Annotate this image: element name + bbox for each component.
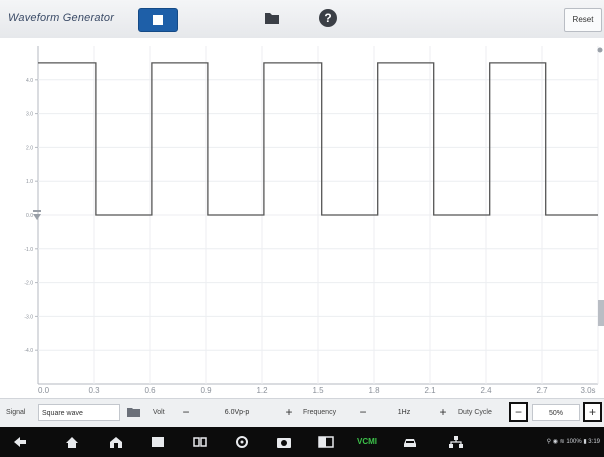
y-tick-label: -1.0 [24, 247, 33, 253]
camera-icon[interactable] [276, 435, 292, 449]
svg-text:?: ? [324, 11, 331, 25]
signal-label: Signal [6, 409, 26, 416]
right-scroll-handle[interactable] [598, 300, 604, 326]
corner-marker-icon [597, 47, 603, 53]
x-tick-label: 0.3 [88, 386, 100, 395]
top-toolbar: Waveform Generator ? Reset [0, 0, 604, 39]
back-icon[interactable] [12, 435, 28, 449]
y-tick-label: 1.0 [26, 179, 33, 185]
volt-value: 6.0Vp-p [224, 409, 250, 416]
duty-cycle-value: 50% [532, 404, 580, 421]
house-icon[interactable] [108, 435, 124, 449]
reset-button[interactable]: Reset [564, 8, 602, 32]
signal-select[interactable]: Square wave [38, 404, 120, 421]
x-tick-label: 1.5 [312, 386, 324, 395]
duty-cycle-label: Duty Cycle [458, 409, 492, 416]
x-tick-label: 0.0 [38, 386, 50, 395]
home-icon[interactable] [64, 435, 80, 449]
frequency-value: 1Hz [397, 409, 411, 416]
x-tick-label: 1.2 [256, 386, 268, 395]
x-tick-label: 0.6 [144, 386, 156, 395]
x-axis-ticks: 0.0 0.3 0.6 0.9 1.2 1.5 1.8 2.1 2.4 2.7 3.0s [38, 386, 596, 395]
duty-cycle-decrease-button[interactable]: − [509, 402, 528, 422]
frequency-label: Frequency [303, 409, 337, 416]
x-tick-label: 2.1 [424, 386, 436, 395]
stop-button[interactable] [138, 8, 178, 32]
help-icon[interactable]: ? [318, 8, 338, 28]
x-tick-label: 3.0s [580, 386, 595, 395]
duty-cycle-increase-button[interactable]: + [583, 402, 602, 422]
y-tick-label: 3.0 [26, 112, 33, 118]
settings-icon[interactable] [234, 435, 250, 449]
status-bar-text: ⚲ ◉ ≋ 100% ▮ 3:19 [546, 439, 600, 445]
y-tick-label: 0.0 [26, 213, 33, 219]
volt-increase-button[interactable]: + [281, 404, 297, 421]
frequency-decrease-button[interactable]: − [355, 404, 371, 421]
frequency-increase-button[interactable]: + [435, 404, 451, 421]
volt-decrease-button[interactable]: − [178, 404, 194, 421]
window-icon[interactable] [150, 435, 166, 449]
folder-icon[interactable] [264, 10, 280, 26]
x-tick-label: 2.4 [480, 386, 492, 395]
multitask-icon[interactable] [192, 435, 208, 449]
zero-marker-icon[interactable] [33, 210, 41, 220]
y-tick-label: -4.0 [24, 348, 33, 354]
split-screen-icon[interactable] [318, 435, 334, 449]
y-tick-label: -3.0 [24, 314, 33, 320]
app-title: Waveform Generator [8, 12, 115, 24]
x-tick-label: 0.9 [200, 386, 212, 395]
car-icon[interactable] [402, 435, 418, 449]
network-icon[interactable] [448, 435, 464, 449]
x-tick-label: 2.7 [536, 386, 548, 395]
volt-label: Volt [153, 409, 165, 416]
x-tick-label: 1.8 [368, 386, 380, 395]
waveform-plot: 4.0 3.0 2.0 1.0 0.0 -1.0 -2.0 -3.0 -4.0 0.0 0.3 0.… [0, 38, 604, 398]
folder-dropdown-icon[interactable] [127, 407, 140, 417]
y-tick-label: 4.0 [26, 78, 33, 84]
system-navbar: VCMI ⚲ ◉ ≋ 100% ▮ 3:19 [0, 427, 604, 457]
stop-square-icon [153, 15, 163, 25]
parameter-toolbar: Signal Square wave Volt − 6.0Vp-p + Freq… [0, 398, 604, 427]
y-tick-label: -2.0 [24, 281, 33, 287]
y-tick-label: 2.0 [26, 145, 33, 151]
vcm-icon[interactable]: VCMI [356, 435, 378, 449]
waveform-chart: 4.03.02.01.00.0-1.0-2.0-3.0-4.0 0.0 0.3 0.… [24, 46, 604, 395]
